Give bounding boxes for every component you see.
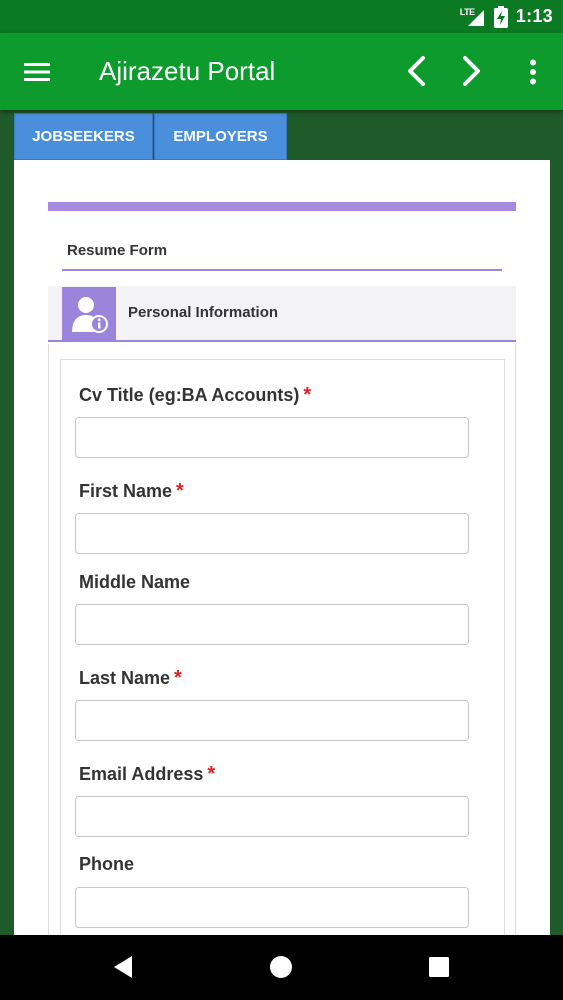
form-panel: Cv Title (eg:BA Accounts) * First Name * M… (48, 344, 516, 935)
app-screen: LTE 1:13 Ajirazetu Portal JOBSEEKERS EMP… (0, 0, 563, 1000)
required-marker: * (176, 480, 184, 502)
signal-icon (467, 9, 484, 26)
chevron-left-icon (408, 56, 425, 86)
tab-jobseekers[interactable]: JOBSEEKERS (14, 113, 153, 160)
app-bar: Ajirazetu Portal (0, 33, 563, 110)
phone-label: Phone (79, 854, 135, 874)
first-name-label: First Name * (79, 480, 184, 502)
more-vert-icon (530, 59, 536, 85)
user-info-icon (72, 297, 108, 333)
system-home-button[interactable] (262, 948, 300, 986)
menu-icon (24, 63, 50, 81)
app-title: Ajirazetu Portal (99, 56, 276, 86)
section-header-personal-info[interactable]: Personal Information (48, 286, 516, 342)
personal-info-form: Cv Title (eg:BA Accounts) * First Name * M… (60, 359, 505, 935)
overflow-menu-button[interactable] (516, 53, 550, 91)
required-marker: * (207, 763, 216, 785)
status-clock: 1:13 (515, 6, 553, 26)
lte-signal: LTE (460, 6, 486, 28)
system-recents-button[interactable] (421, 950, 457, 984)
status-icons: LTE 1:13 (460, 0, 553, 33)
browser-back-button[interactable] (396, 51, 436, 91)
status-bar: LTE 1:13 (0, 0, 563, 33)
required-marker: * (174, 667, 182, 689)
middle-name-input[interactable] (75, 604, 469, 645)
first-name-input[interactable] (75, 513, 469, 554)
accent-bar (48, 202, 516, 211)
last-name-input[interactable] (75, 700, 469, 741)
home-circle-icon (270, 956, 292, 978)
heading-underline (62, 269, 502, 271)
back-triangle-icon (114, 956, 132, 978)
chevron-right-icon (463, 56, 480, 86)
section-title: Personal Information (128, 304, 279, 321)
system-nav-bar (0, 935, 563, 1000)
cv-title-input[interactable] (75, 417, 469, 458)
required-marker: * (303, 384, 312, 406)
section-icon-box (62, 287, 116, 341)
last-name-label: Last Name * (79, 667, 182, 689)
battery-charging-icon (493, 5, 508, 28)
portal-tabs: JOBSEEKERS EMPLOYERS (14, 110, 550, 160)
system-back-button[interactable] (104, 950, 142, 984)
form-heading: Resume Form (67, 242, 168, 259)
email-label: Email Address * (79, 763, 216, 785)
phone-input[interactable] (75, 887, 469, 928)
menu-button[interactable] (16, 55, 60, 89)
tab-employers[interactable]: EMPLOYERS (154, 113, 287, 160)
recents-square-icon (429, 957, 449, 977)
email-input[interactable] (75, 796, 469, 837)
browser-forward-button[interactable] (452, 51, 492, 91)
cv-title-label: Cv Title (eg:BA Accounts) * (79, 384, 312, 406)
page-content: Resume Form Personal Information Cv Titl… (14, 160, 550, 935)
middle-name-label: Middle Name (79, 572, 191, 592)
